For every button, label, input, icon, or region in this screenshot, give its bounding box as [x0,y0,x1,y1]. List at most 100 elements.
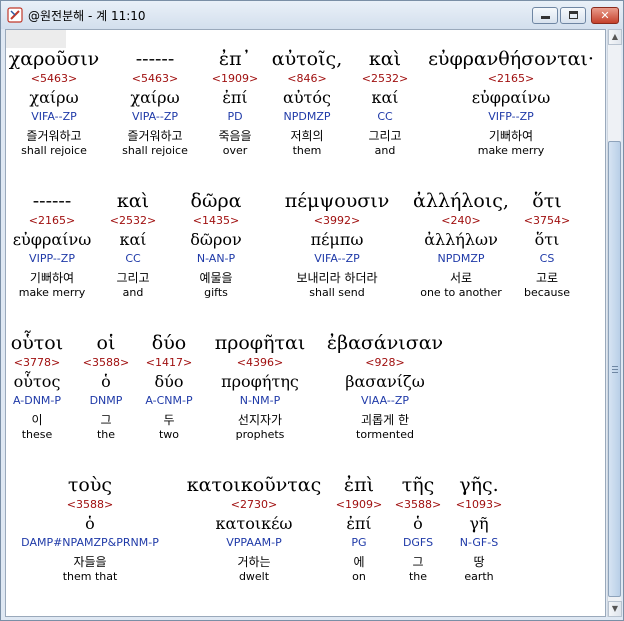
greek-word: καὶ [368,48,402,70]
app-icon [7,7,23,23]
lemma: πέμπω [310,230,364,249]
scroll-thumb[interactable] [608,141,621,597]
greek-word: κατοικοῦντας [186,474,322,496]
greek-word: αὐτοῖς, [271,48,343,70]
minimize-icon [541,16,550,19]
strong-number: <2532> [361,72,409,85]
analysis-view[interactable]: χαροῦσιν <5463> χαίρω VIFA--ZP 즐거워하고 shall re… [5,29,606,617]
english-gloss: earth [464,570,494,583]
strong-number: <1909> [211,72,259,85]
lemma: προφήτης [221,372,299,391]
greek-word: ὅτι [532,190,562,212]
greek-word: δῶρα [190,190,242,212]
parsing-code: VIFA--ZP [314,252,360,265]
lemma: εὐφραίνω [12,230,92,249]
parsing-code: CS [539,252,555,265]
greek-word: προφῆται [214,332,306,354]
korean-gloss: 자들을 [73,555,107,569]
korean-gloss: 그리고 [368,129,402,143]
greek-word: δύο [151,332,187,354]
english-gloss: make merry [18,286,86,299]
english-gloss: them that [62,570,118,583]
strong-number: <3778> [13,356,61,369]
lemma: εὐφραίνω [471,88,551,107]
korean-gloss: 이 [31,413,43,427]
english-gloss: dwelt [238,570,270,583]
parsing-code: A-CNM-P [145,394,193,407]
korean-gloss: 그 [100,413,112,427]
lemma: δύο [154,372,184,391]
strong-number: <5463> [131,72,179,85]
lemma: ἐπί [222,88,248,107]
lemma: ὁ [101,372,111,391]
greek-word: τῆς [401,474,435,496]
korean-gloss: 그리고 [116,271,150,285]
header-cell [6,30,66,48]
korean-gloss: 서로 [449,271,473,285]
scroll-down-button[interactable]: ▼ [608,601,622,617]
greek-word: ἐπ᾽ [218,48,252,70]
grip-line [612,369,618,370]
strong-number: <3588> [66,498,114,511]
korean-gloss: 두 [163,413,175,427]
strong-number: <3588> [394,498,442,511]
maximize-button[interactable] [560,7,586,24]
lemma: γῆ [469,514,489,533]
maximize-icon [569,11,578,19]
lemma: οὗτος [13,372,61,391]
lemma: κατοικέω [215,514,293,533]
parsing-code: VIFP--ZP [488,110,534,123]
english-gloss: and [122,286,144,299]
korean-gloss: 선지자가 [237,413,283,427]
lemma: χαίρω [29,88,79,107]
strong-number: <5463> [30,72,78,85]
lemma: βασανίζω [345,372,425,391]
strong-number: <2165> [28,214,76,227]
vertical-scrollbar[interactable]: ▲ ▼ [607,29,622,617]
parsing-code: DAMP#NPAMZP&PRNM-P [21,536,159,549]
greek-word: ------ [32,190,72,212]
greek-word: γῆς. [459,474,499,496]
greek-word: πέμψουσιν [284,190,390,212]
korean-gloss: 예물을 [199,271,233,285]
english-gloss: shall rejoice [122,144,188,157]
korean-gloss: 기뻐하여 [488,129,534,143]
lemma: ὅτι [534,230,560,249]
greek-word: οὗτοι [10,332,64,354]
english-gloss: gifts [204,286,228,299]
korean-gloss: 죽음을 [218,129,252,143]
close-button[interactable]: ✕ [591,7,619,24]
parsing-code: VIFA--ZP [31,110,77,123]
english-gloss: make merry [477,144,545,157]
korean-gloss: 저희의 [290,129,324,143]
lemma: χαίρω [130,88,180,107]
parsing-code: VIPP--ZP [29,252,75,265]
title-bar[interactable]: @원전분해 - 계 11:10 ✕ [1,1,623,29]
lemma: καί [119,230,147,249]
greek-word: ἐβασάνισαν [326,332,444,354]
parsing-code: VPPAAM-P [226,536,282,549]
lemma: καί [371,88,399,107]
greek-word: χαροῦσιν [8,48,100,70]
parsing-code: PG [351,536,367,549]
lemma: ἐπί [346,514,372,533]
greek-word: καὶ [116,190,150,212]
korean-gloss: 즐거워하고 [26,129,82,143]
parsing-code: N-AN-P [196,252,236,265]
korean-gloss: 거하는 [237,555,271,569]
strong-number: <1417> [145,356,193,369]
korean-gloss: 고로 [535,271,559,285]
minimize-button[interactable] [532,7,558,24]
english-gloss: and [374,144,396,157]
korean-gloss: 괴롭게 한 [361,413,409,427]
english-gloss: these [21,428,53,441]
scroll-up-button[interactable]: ▲ [608,29,622,45]
english-gloss: tormented [356,428,414,441]
strong-number: <3588> [82,356,130,369]
korean-gloss: 땅 [473,555,485,569]
strong-number: <1435> [192,214,240,227]
greek-word: εὐφρανθήσονται· [428,48,594,70]
parsing-code: VIAA--ZP [361,394,409,407]
english-gloss: one to another [420,286,502,299]
lemma: ὁ [85,514,95,533]
